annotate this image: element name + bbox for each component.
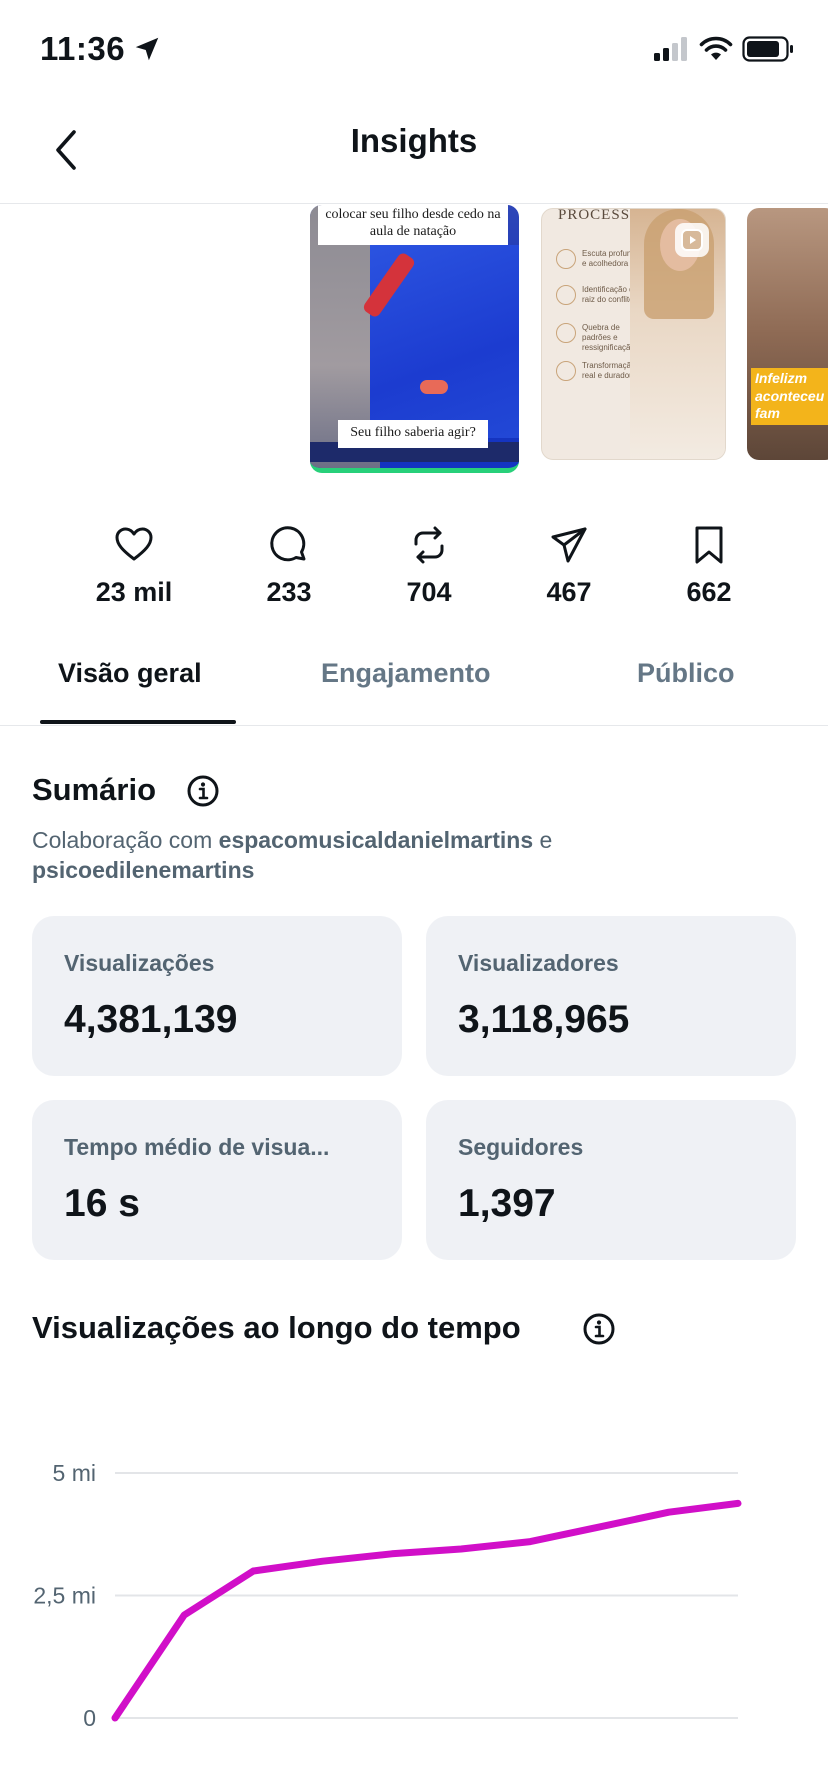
status-bar: 11:36: [0, 0, 828, 100]
metric-value: 3,118,965: [458, 998, 630, 1041]
metric-label: Seguidores: [458, 1134, 584, 1160]
media-thumbnail-pool[interactable]: colocar seu filho desde cedo na aula de …: [310, 205, 519, 473]
thumbnail-caption-family: Infelizm aconteceu fam: [751, 368, 828, 425]
metric-label: Tempo médio de visua...: [64, 1134, 330, 1160]
media-strip[interactable]: colocar seu filho desde cedo na aula de …: [0, 205, 828, 475]
metric-card-views[interactable]: Visualizações 4,381,139: [32, 916, 402, 1076]
share-icon: [551, 527, 587, 563]
stat-comments[interactable]: 233: [219, 525, 359, 608]
process-item: Identificação da raiz do conflito: [552, 285, 642, 305]
tab-audience[interactable]: Público: [637, 658, 735, 689]
cellular-signal-icon: [654, 37, 687, 61]
process-item: Escuta profunda e acolhedora: [552, 249, 642, 269]
pool-swimmer: [420, 380, 448, 394]
info-icon[interactable]: [186, 774, 220, 808]
battery-icon: [742, 36, 793, 62]
media-thumbnail-family[interactable]: Infelizm aconteceu fam: [747, 208, 828, 460]
tab-overview[interactable]: Visão geral: [58, 658, 202, 689]
location-arrow-icon: [135, 37, 159, 61]
stat-shares[interactable]: 467: [499, 525, 639, 608]
metric-label: Visualizações: [64, 950, 215, 976]
metric-label: Visualizadores: [458, 950, 619, 976]
media-thumbnail-process[interactable]: PROCESSO Escuta profunda e acolhedora Id…: [541, 208, 726, 460]
y-tick-label: 5 mi: [53, 1460, 96, 1486]
comment-icon: [270, 526, 306, 562]
views-over-time-title: Visualizações ao longo do tempo: [32, 1310, 521, 1345]
stat-likes[interactable]: 23 mil: [64, 525, 204, 608]
status-time: 11:36: [40, 30, 126, 67]
heart-icon: [115, 527, 153, 561]
metric-value: 1,397: [458, 1182, 556, 1225]
y-tick-label: 0: [83, 1705, 96, 1731]
collab-user-link[interactable]: espacomusicaldanielmartins: [219, 827, 533, 853]
stat-value: 662: [686, 577, 732, 607]
repost-icon: [414, 526, 444, 564]
process-item: Transformação real e duradoura: [552, 361, 642, 381]
stat-value: 23 mil: [95, 577, 173, 607]
stat-saves[interactable]: 662: [639, 525, 779, 608]
views-series-line: [111, 1499, 742, 1722]
metric-value: 4,381,139: [64, 998, 238, 1041]
metric-card-avg-watch-time[interactable]: Tempo médio de visua... 16 s: [32, 1100, 402, 1260]
active-tab-indicator: [40, 720, 236, 724]
header: Insights: [0, 100, 828, 204]
thumbnail-caption-top: colocar seu filho desde cedo na aula de …: [318, 205, 508, 245]
views-line-chart: 5 mi 2,5 mi 0: [33, 1460, 742, 1731]
process-item: Quebra de padrões e ressignificação: [552, 323, 642, 353]
y-tick-label: 2,5 mi: [33, 1583, 96, 1609]
collaboration-text: Colaboração com espacomusicaldanielmarti…: [32, 826, 792, 886]
stat-value: 233: [266, 577, 312, 607]
stat-value: 467: [546, 577, 592, 607]
metric-value: 16 s: [64, 1182, 140, 1225]
collab-prefix: Colaboração com: [32, 827, 219, 853]
reels-icon: [675, 223, 709, 257]
stat-value: 704: [406, 577, 452, 607]
wifi-icon: [699, 36, 733, 60]
stat-reposts[interactable]: 704: [359, 525, 499, 608]
collab-user-link[interactable]: psicoedilenemartins: [32, 857, 254, 883]
tab-engagement[interactable]: Engajamento: [321, 658, 491, 689]
info-icon[interactable]: [582, 1312, 616, 1346]
bookmark-icon: [695, 526, 723, 564]
page-title: Insights: [350, 122, 478, 159]
summary-title: Sumário: [32, 772, 157, 807]
insights-tabs: Visão geral Engajamento Público: [0, 640, 828, 726]
metric-card-followers[interactable]: Seguidores 1,397: [426, 1100, 796, 1260]
collab-joiner: e: [533, 827, 553, 853]
metric-card-viewers[interactable]: Visualizadores 3,118,965: [426, 916, 796, 1076]
thumbnail-caption-bottom: Seu filho saberia agir?: [338, 420, 488, 448]
